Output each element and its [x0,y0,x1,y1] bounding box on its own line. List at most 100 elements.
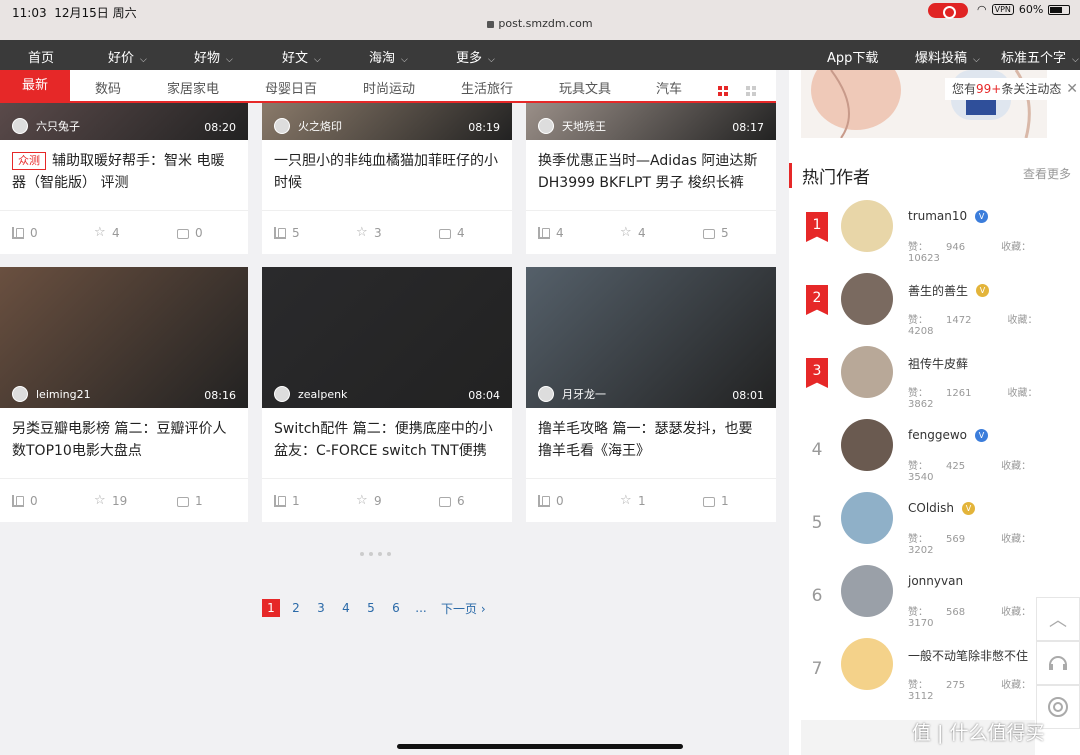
article-card[interactable]: leiming21 08:16 另类豆瓣电影榜 篇二：豆瓣评价人数TOP10电影大盘… [0,267,248,522]
avatar[interactable] [841,200,893,252]
article-author[interactable]: 月牙龙一 [538,386,606,402]
favorite-button[interactable]: ☆ 4 [620,226,646,240]
article-thumbnail[interactable]: 天地残王 08:17 [526,103,776,140]
like-button[interactable]: 5 [274,226,300,240]
article-thumbnail[interactable]: 六只兔子 08:20 [0,103,248,140]
top-nav-item-0[interactable]: 首页 [28,47,54,66]
category-tab-2[interactable]: 家居家电 [167,78,219,97]
avatar[interactable] [841,565,893,617]
back-to-top-button[interactable]: ︿ [1036,597,1080,641]
top-nav-right-item-1[interactable]: 爆料投稿 ⌵ [915,47,980,66]
page-link-2[interactable]: 3 [312,599,330,617]
comment-button[interactable]: 0 [177,226,203,240]
article-author[interactable]: zealpenk [274,386,347,402]
author-name[interactable]: fenggewo V [908,428,988,442]
favorite-button[interactable]: ☆ 3 [356,226,382,240]
category-tab-4[interactable]: 时尚运动 [363,78,415,97]
article-title[interactable]: 撸羊毛攻略 篇一：瑟瑟发抖，也要撸羊毛看《海王》 [538,418,766,462]
author-name[interactable]: 祖传牛皮藓 [908,355,968,372]
avatar[interactable] [841,419,893,471]
category-tab-7[interactable]: 汽车 [656,78,682,97]
close-icon[interactable]: ✕ [1066,78,1078,100]
article-title[interactable]: 一只胆小的非纯血橘猫加菲旺仔的小时候 [274,150,502,194]
comment-button[interactable]: 1 [703,494,729,508]
top-nav-right-item-0[interactable]: App下载 [827,47,878,66]
top-nav-item-1[interactable]: 好价 ⌵ [108,47,147,66]
author-name[interactable]: 善生的善生 V [908,282,990,299]
comment-icon [439,497,451,507]
avatar[interactable] [841,273,893,325]
favorite-button[interactable]: ☆ 1 [620,494,646,508]
avatar [274,118,290,134]
article-title[interactable]: 换季优惠正当时—Adidas 阿迪达斯 DH3999 BKFLPT 男子 梭织长… [538,150,766,194]
article-card[interactable]: zealpenk 08:04 Switch配件 篇二：便携底座中的小盆友：C-FOR… [262,267,512,522]
top-nav-right-item-2[interactable]: 标准五个字 ⌵ [1001,47,1079,66]
article-title[interactable]: 另类豆瓣电影榜 篇二：豆瓣评价人数TOP10电影大盘点 [12,418,238,462]
article-author[interactable]: 六只兔子 [12,118,80,134]
customer-service-button[interactable] [1036,641,1080,685]
author-name[interactable]: truman10 V [908,209,989,223]
article-author[interactable]: 天地残王 [538,118,606,134]
hot-author-row[interactable]: 5 COldish V 赞： 569 收藏：3202 [789,492,1080,564]
grid-view-icon[interactable] [718,81,728,96]
author-name[interactable]: COldish V [908,501,975,515]
comment-button[interactable]: 5 [703,226,729,240]
page-link-3[interactable]: 4 [337,599,355,617]
see-more-link[interactable]: 查看更多 [1023,165,1071,182]
category-tab-6[interactable]: 玩具文具 [559,78,611,97]
article-author[interactable]: leiming21 [12,386,91,402]
article-card[interactable]: 天地残王 08:17 换季优惠正当时—Adidas 阿迪达斯 DH3999 BKFL… [526,103,776,254]
top-nav-item-4[interactable]: 海淘 ⌵ [369,47,408,66]
top-nav-label: 好物 [194,51,221,66]
like-button[interactable]: 0 [12,226,38,240]
hot-author-row[interactable]: 3 祖传牛皮藓 赞： 1261 收藏：3862 [789,346,1080,418]
avatar[interactable] [841,492,893,544]
like-button[interactable]: 4 [538,226,564,240]
article-card[interactable]: 六只兔子 08:20 众测 辅助取暖好帮手：智米 电暖器（智能版） 评测 0 ☆ 4 0 [0,103,248,254]
article-author[interactable]: 火之烙印 [274,118,342,134]
article-time: 08:17 [732,121,764,134]
like-button[interactable]: 1 [274,494,300,508]
favorite-button[interactable]: ☆ 9 [356,494,382,508]
article-card[interactable]: 火之烙印 08:19 一只胆小的非纯血橘猫加菲旺仔的小时候 5 ☆ 3 4 [262,103,512,254]
page-link-5[interactable]: 6 [387,599,405,617]
avatar[interactable] [841,346,893,398]
next-page-link[interactable]: 下一页 › [441,600,486,617]
author-name[interactable]: 一般不动笔除非憋不住 [908,647,1028,664]
category-tab-1[interactable]: 数码 [95,78,121,97]
hot-author-row[interactable]: 2 善生的善生 V 赞： 1472 收藏：4208 [789,273,1080,345]
page-link-1[interactable]: 2 [287,599,305,617]
like-button[interactable]: 0 [12,494,38,508]
screen-record-icon[interactable] [928,3,968,19]
page-link-0[interactable]: 1 [262,599,280,617]
article-thumbnail[interactable]: 火之烙印 08:19 [262,103,512,140]
top-nav-item-5[interactable]: 更多 ⌵ [456,47,495,66]
list-view-icon[interactable] [746,81,756,96]
comment-button[interactable]: 4 [439,226,465,240]
page-link-6[interactable]: ... [412,599,430,617]
article-card[interactable]: 月牙龙一 08:01 撸羊毛攻略 篇一：瑟瑟发抖，也要撸羊毛看《海王》 0 ☆ 1 1 [526,267,776,522]
top-nav-item-2[interactable]: 好物 ⌵ [194,47,233,66]
article-title[interactable]: Switch配件 篇二：便携底座中的小盆友：C-FORCE switch TNT… [274,418,502,462]
article-thumbnail[interactable]: zealpenk 08:04 [262,267,512,408]
like-button[interactable]: 0 [538,494,564,508]
article-thumbnail[interactable]: 月牙龙一 08:01 [526,267,776,408]
author-name[interactable]: jonnyvan [908,574,963,588]
category-tab-3[interactable]: 母婴日百 [265,78,317,97]
article-stats: 1 ☆ 9 6 [274,494,502,510]
comment-button[interactable]: 6 [439,494,465,508]
category-tab-5[interactable]: 生活旅行 [461,78,513,97]
article-title[interactable]: 众测 辅助取暖好帮手：智米 电暖器（智能版） 评测 [12,150,238,194]
hot-author-row[interactable]: 4 fenggewo V 赞： 425 收藏：3540 [789,419,1080,491]
address-bar[interactable]: post.smzdm.com [0,17,1080,30]
hot-author-row[interactable]: 1 truman10 V 赞： 946 收藏：10623 [789,200,1080,272]
category-tab-0[interactable]: 最新 [0,70,70,101]
page-link-4[interactable]: 5 [362,599,380,617]
favorite-button[interactable]: ☆ 19 [94,494,127,508]
article-thumbnail[interactable]: leiming21 08:16 [0,267,248,408]
avatar[interactable] [841,638,893,690]
favorite-button[interactable]: ☆ 4 [94,226,120,240]
top-nav-item-3[interactable]: 好文 ⌵ [282,47,321,66]
follow-notice[interactable]: 您有99+条关注动态 ✕ [945,78,1080,100]
comment-button[interactable]: 1 [177,494,203,508]
